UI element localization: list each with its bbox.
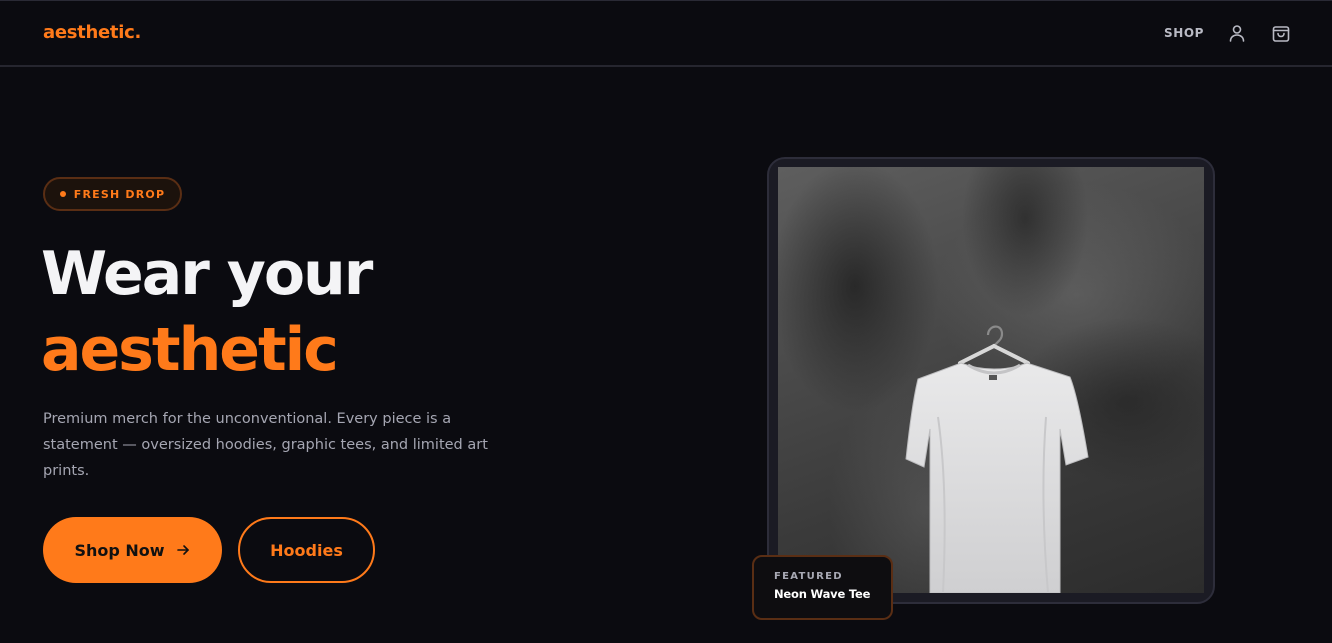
- hoodies-button[interactable]: Hoodies: [238, 517, 375, 583]
- shop-now-button[interactable]: Shop Now: [43, 517, 222, 583]
- nav-link-shop[interactable]: SHOP: [1164, 26, 1204, 40]
- t-shirt-on-hanger-illustration: [905, 325, 1089, 593]
- dot-icon: [59, 191, 66, 197]
- featured-product-name: Neon Wave Tee: [774, 587, 871, 601]
- hero-description: Premium merch for the unconventional. Ev…: [43, 411, 488, 479]
- top-navigation-bar: aesthetic. SHOP: [0, 0, 1332, 67]
- featured-product-card[interactable]: FEATURED Neon Wave Tee: [752, 555, 893, 620]
- featured-product-image[interactable]: [778, 167, 1204, 593]
- shop-now-label: Shop Now: [74, 540, 165, 560]
- featured-label: FEATURED: [774, 571, 843, 582]
- arrow-right-icon: [176, 545, 189, 555]
- hero-title-line-2: aesthetic: [41, 315, 339, 385]
- hero-title-line-1: Wear your: [41, 239, 373, 309]
- shopping-bag-icon[interactable]: [1271, 23, 1291, 43]
- badge-label: FRESH DROP: [73, 187, 166, 201]
- user-icon[interactable]: [1227, 23, 1247, 43]
- hoodies-label: Hoodies: [270, 540, 343, 560]
- brand-logo[interactable]: aesthetic.: [43, 22, 141, 43]
- fresh-drop-badge: FRESH DROP: [43, 177, 182, 211]
